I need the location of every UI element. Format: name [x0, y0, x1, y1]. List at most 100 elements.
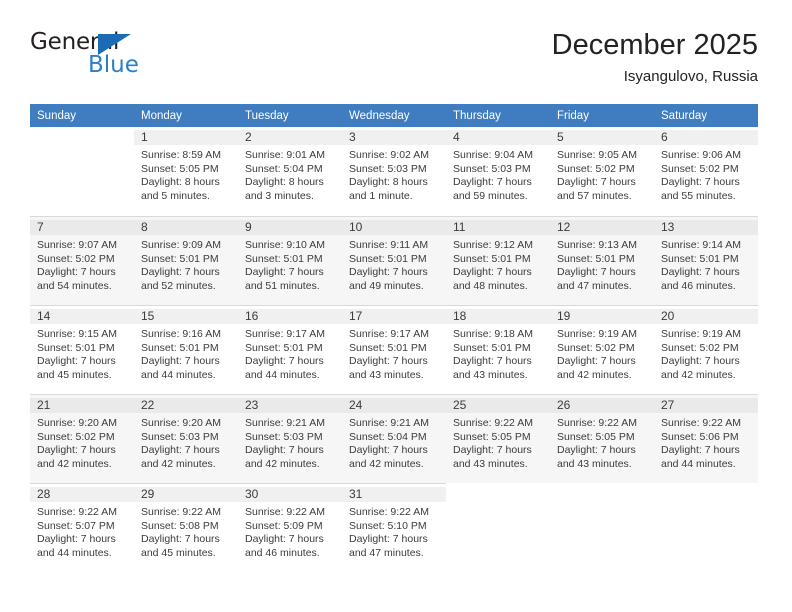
- sunset-text: Sunset: 5:01 PM: [453, 252, 531, 265]
- daylight-text-line1: Daylight: 7 hours: [37, 533, 116, 546]
- day-cell[interactable]: 2 Sunrise: 9:01 AM Sunset: 5:04 PM Daylight…: [238, 127, 342, 216]
- day-cell[interactable]: 15 Sunrise: 9:16 AM Sunset: 5:01 PM Dayligh…: [134, 305, 238, 394]
- daylight-text-line2: and 42 minutes.: [245, 457, 320, 470]
- day-info: Sunrise: 9:21 AM Sunset: 5:03 PM Daylight:…: [245, 417, 336, 471]
- sunrise-text: Sunrise: 9:17 AM: [245, 328, 325, 340]
- weekday-header-friday: Friday: [550, 104, 654, 127]
- sunset-text: Sunset: 5:01 PM: [349, 341, 427, 354]
- calendar-week-row: 14 Sunrise: 9:15 AM Sunset: 5:01 PM Dayligh…: [30, 305, 758, 394]
- day-number: 15: [134, 309, 238, 324]
- daylight-text-line2: and 47 minutes.: [349, 546, 424, 559]
- day-cell[interactable]: 22 Sunrise: 9:20 AM Sunset: 5:03 PM Dayligh…: [134, 394, 238, 483]
- daylight-text-line1: Daylight: 7 hours: [37, 355, 116, 368]
- day-cell[interactable]: 14 Sunrise: 9:15 AM Sunset: 5:01 PM Dayligh…: [30, 305, 134, 394]
- day-cell[interactable]: 7 Sunrise: 9:07 AM Sunset: 5:02 PM Daylight…: [30, 216, 134, 305]
- calendar-cell: 14 Sunrise: 9:15 AM Sunset: 5:01 PM Dayligh…: [30, 305, 134, 394]
- day-number: 21: [30, 398, 134, 413]
- calendar-cell: 12 Sunrise: 9:13 AM Sunset: 5:01 PM Dayligh…: [550, 216, 654, 305]
- daylight-text-line1: Daylight: 7 hours: [557, 444, 636, 457]
- day-cell[interactable]: 4 Sunrise: 9:04 AM Sunset: 5:03 PM Daylight…: [446, 127, 550, 216]
- day-info: Sunrise: 9:12 AM Sunset: 5:01 PM Daylight:…: [453, 239, 544, 293]
- daylight-text-line2: and 42 minutes.: [661, 368, 736, 381]
- day-cell[interactable]: 17 Sunrise: 9:17 AM Sunset: 5:01 PM Dayligh…: [342, 305, 446, 394]
- brand-logo[interactable]: General Blue: [30, 30, 150, 82]
- day-cell[interactable]: 16 Sunrise: 9:17 AM Sunset: 5:01 PM Dayligh…: [238, 305, 342, 394]
- daylight-text-line2: and 5 minutes.: [141, 189, 210, 202]
- sunset-text: Sunset: 5:01 PM: [661, 252, 739, 265]
- daylight-text-line2: and 48 minutes.: [453, 279, 528, 292]
- day-cell[interactable]: 20 Sunrise: 9:19 AM Sunset: 5:02 PM Dayligh…: [654, 305, 758, 394]
- sunrise-text: Sunrise: 9:02 AM: [349, 149, 429, 161]
- daylight-text-line2: and 46 minutes.: [661, 279, 736, 292]
- day-cell[interactable]: 24 Sunrise: 9:21 AM Sunset: 5:04 PM Dayligh…: [342, 394, 446, 483]
- day-info: Sunrise: 9:21 AM Sunset: 5:04 PM Daylight:…: [349, 417, 440, 471]
- sunrise-text: Sunrise: 9:01 AM: [245, 149, 325, 161]
- calendar-header-row: Sunday Monday Tuesday Wednesday Thursday…: [30, 104, 758, 127]
- daylight-text-line2: and 43 minutes.: [453, 368, 528, 381]
- day-cell[interactable]: 29 Sunrise: 9:22 AM Sunset: 5:08 PM Dayligh…: [134, 483, 238, 572]
- sunset-text: Sunset: 5:02 PM: [661, 341, 739, 354]
- sunset-text: Sunset: 5:01 PM: [141, 341, 219, 354]
- day-cell[interactable]: 12 Sunrise: 9:13 AM Sunset: 5:01 PM Dayligh…: [550, 216, 654, 305]
- day-cell[interactable]: 9 Sunrise: 9:10 AM Sunset: 5:01 PM Daylight…: [238, 216, 342, 305]
- sunset-text: Sunset: 5:09 PM: [245, 519, 323, 532]
- calendar-cell: [446, 483, 550, 572]
- day-cell[interactable]: 26 Sunrise: 9:22 AM Sunset: 5:05 PM Dayligh…: [550, 394, 654, 483]
- day-number: 12: [550, 220, 654, 235]
- sunrise-text: Sunrise: 9:22 AM: [557, 417, 637, 429]
- day-info: Sunrise: 9:06 AM Sunset: 5:02 PM Daylight:…: [661, 149, 752, 203]
- day-cell[interactable]: 23 Sunrise: 9:21 AM Sunset: 5:03 PM Dayligh…: [238, 394, 342, 483]
- calendar-week-row: 21 Sunrise: 9:20 AM Sunset: 5:02 PM Dayligh…: [30, 394, 758, 483]
- day-cell[interactable]: 28 Sunrise: 9:22 AM Sunset: 5:07 PM Dayligh…: [30, 483, 134, 572]
- calendar-cell: 29 Sunrise: 9:22 AM Sunset: 5:08 PM Dayligh…: [134, 483, 238, 572]
- daylight-text-line2: and 52 minutes.: [141, 279, 216, 292]
- sunrise-text: Sunrise: 9:21 AM: [349, 417, 429, 429]
- day-info: Sunrise: 9:05 AM Sunset: 5:02 PM Daylight:…: [557, 149, 648, 203]
- day-cell[interactable]: 25 Sunrise: 9:22 AM Sunset: 5:05 PM Dayligh…: [446, 394, 550, 483]
- calendar-cell: 8 Sunrise: 9:09 AM Sunset: 5:01 PM Daylight…: [134, 216, 238, 305]
- day-cell[interactable]: 27 Sunrise: 9:22 AM Sunset: 5:06 PM Dayligh…: [654, 394, 758, 483]
- day-cell[interactable]: 5 Sunrise: 9:05 AM Sunset: 5:02 PM Daylight…: [550, 127, 654, 216]
- sunrise-text: Sunrise: 9:19 AM: [661, 328, 741, 340]
- day-number: 25: [446, 398, 550, 413]
- day-cell[interactable]: 11 Sunrise: 9:12 AM Sunset: 5:01 PM Dayligh…: [446, 216, 550, 305]
- day-cell[interactable]: 21 Sunrise: 9:20 AM Sunset: 5:02 PM Dayligh…: [30, 394, 134, 483]
- sunrise-text: Sunrise: 9:21 AM: [245, 417, 325, 429]
- daylight-text-line2: and 47 minutes.: [557, 279, 632, 292]
- day-cell[interactable]: 30 Sunrise: 9:22 AM Sunset: 5:09 PM Dayligh…: [238, 483, 342, 572]
- day-info: Sunrise: 9:09 AM Sunset: 5:01 PM Daylight:…: [141, 239, 232, 293]
- sunset-text: Sunset: 5:01 PM: [349, 252, 427, 265]
- daylight-text-line1: Daylight: 7 hours: [453, 444, 532, 457]
- day-info: Sunrise: 9:22 AM Sunset: 5:08 PM Daylight:…: [141, 506, 232, 560]
- day-info: Sunrise: 9:22 AM Sunset: 5:06 PM Daylight:…: [661, 417, 752, 471]
- day-cell[interactable]: 19 Sunrise: 9:19 AM Sunset: 5:02 PM Dayligh…: [550, 305, 654, 394]
- day-cell[interactable]: 8 Sunrise: 9:09 AM Sunset: 5:01 PM Daylight…: [134, 216, 238, 305]
- day-number: 28: [30, 487, 134, 502]
- daylight-text-line1: Daylight: 7 hours: [661, 444, 740, 457]
- day-cell[interactable]: 10 Sunrise: 9:11 AM Sunset: 5:01 PM Dayligh…: [342, 216, 446, 305]
- daylight-text-line1: Daylight: 7 hours: [349, 533, 428, 546]
- sunrise-text: Sunrise: 9:19 AM: [557, 328, 637, 340]
- day-cell[interactable]: 13 Sunrise: 9:14 AM Sunset: 5:01 PM Dayligh…: [654, 216, 758, 305]
- daylight-text-line1: Daylight: 7 hours: [453, 266, 532, 279]
- daylight-text-line1: Daylight: 7 hours: [349, 355, 428, 368]
- day-cell[interactable]: 3 Sunrise: 9:02 AM Sunset: 5:03 PM Daylight…: [342, 127, 446, 216]
- sunrise-text: Sunrise: 9:22 AM: [245, 506, 325, 518]
- calendar-table: Sunday Monday Tuesday Wednesday Thursday…: [30, 104, 758, 572]
- day-info: Sunrise: 9:18 AM Sunset: 5:01 PM Daylight:…: [453, 328, 544, 382]
- daylight-text-line1: Daylight: 7 hours: [141, 533, 220, 546]
- day-info: Sunrise: 9:13 AM Sunset: 5:01 PM Daylight:…: [557, 239, 648, 293]
- day-cell[interactable]: 18 Sunrise: 9:18 AM Sunset: 5:01 PM Dayligh…: [446, 305, 550, 394]
- day-cell[interactable]: 1 Sunrise: 8:59 AM Sunset: 5:05 PM Daylight…: [134, 127, 238, 216]
- day-number: 20: [654, 309, 758, 324]
- daylight-text-line1: Daylight: 7 hours: [245, 533, 324, 546]
- calendar-cell: 2 Sunrise: 9:01 AM Sunset: 5:04 PM Daylight…: [238, 127, 342, 216]
- calendar-cell: [550, 483, 654, 572]
- sunset-text: Sunset: 5:08 PM: [141, 519, 219, 532]
- day-cell[interactable]: 31 Sunrise: 9:22 AM Sunset: 5:10 PM Dayligh…: [342, 483, 446, 572]
- day-cell[interactable]: 6 Sunrise: 9:06 AM Sunset: 5:02 PM Daylight…: [654, 127, 758, 216]
- calendar-cell: 17 Sunrise: 9:17 AM Sunset: 5:01 PM Dayligh…: [342, 305, 446, 394]
- sunrise-text: Sunrise: 9:07 AM: [37, 239, 117, 251]
- day-info: Sunrise: 9:02 AM Sunset: 5:03 PM Daylight:…: [349, 149, 440, 203]
- sunset-text: Sunset: 5:01 PM: [245, 341, 323, 354]
